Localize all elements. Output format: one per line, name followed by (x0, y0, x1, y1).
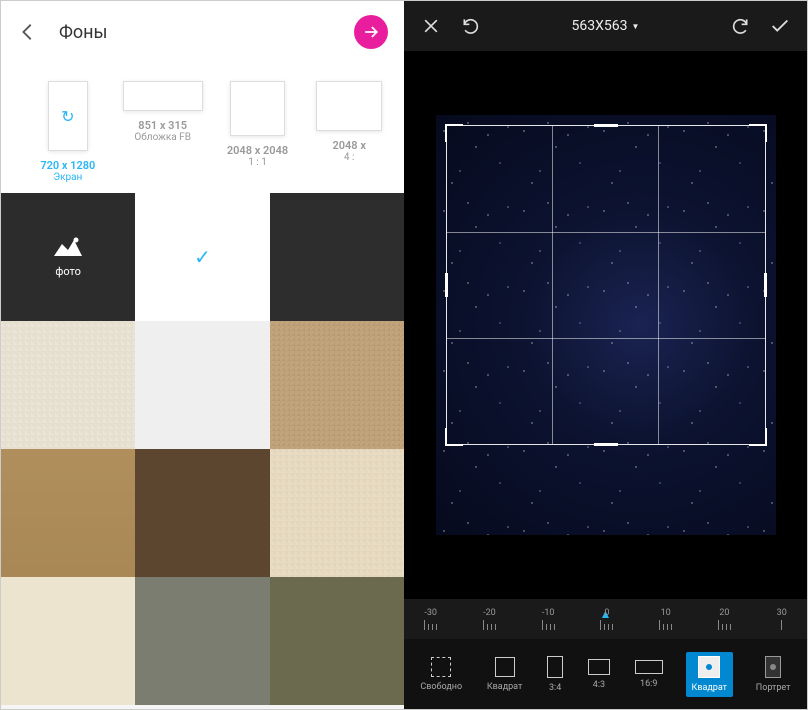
ratio-16-9[interactable]: 16:9 (633, 656, 665, 693)
bg-tile-brown[interactable] (135, 449, 269, 577)
size-preset-2048x[interactable]: 2048 x 4 : (312, 81, 386, 183)
ratio-insta-square-icon (698, 656, 720, 678)
ruler-mark: -10 (542, 608, 555, 618)
crop-image[interactable] (436, 115, 776, 535)
crop-handle-tl[interactable] (445, 124, 463, 142)
rotation-ruler[interactable]: ▲ -30 -20 -10 0 10 20 30 (404, 599, 807, 639)
next-button[interactable] (354, 15, 388, 49)
crop-box[interactable] (446, 125, 766, 445)
ratio-instagram-portrait[interactable]: Портрет (754, 652, 793, 697)
reset-icon[interactable] (460, 15, 482, 37)
size-preset-720x1280[interactable]: ↻ 720 x 1280 Экран (31, 81, 105, 183)
ruler-mark: 20 (719, 608, 729, 618)
crop-handle-bottom[interactable] (594, 443, 618, 446)
dimensions-selector[interactable]: 563X563 ▼ (572, 18, 640, 34)
size-label: 851 x 315 (138, 119, 187, 132)
page-title: Фоны (59, 22, 354, 43)
bg-tile-kraft[interactable] (270, 321, 404, 449)
check-icon: ✓ (194, 245, 211, 269)
crop-handle-br[interactable] (749, 428, 767, 446)
right-header: 563X563 ▼ (404, 1, 807, 51)
ratio-label: 3:4 (549, 683, 561, 693)
size-sublabel: Обложка FB (134, 132, 191, 143)
left-header: Фоны (1, 1, 404, 63)
size-thumb (230, 81, 285, 136)
rotate-right-icon[interactable] (729, 15, 751, 37)
bg-tile-white[interactable]: ✓ (135, 193, 269, 321)
ratio-label: Квадрат (487, 682, 522, 692)
ratio-3-4[interactable]: 3:4 (545, 652, 565, 697)
bg-tile-dark[interactable] (270, 193, 404, 321)
ratio-label: Портрет (756, 683, 791, 693)
back-arrow-icon[interactable] (17, 21, 39, 43)
size-thumb (316, 81, 382, 131)
ratio-label: 4:3 (593, 680, 605, 690)
aspect-ratio-bar: Свободно Квадрат 3:4 4:3 16:9 Квадрат (404, 639, 807, 709)
caret-down-icon: ▼ (632, 22, 640, 31)
ratio-free[interactable]: Свободно (418, 653, 464, 696)
bg-tile-olive[interactable] (270, 577, 404, 705)
crop-handle-left[interactable] (445, 273, 448, 297)
ruler-mark: 10 (661, 608, 671, 618)
crop-handle-tr[interactable] (749, 124, 767, 142)
ratio-label: Свободно (420, 682, 462, 692)
ratio-4-3-icon (588, 659, 610, 675)
close-icon[interactable] (420, 15, 442, 37)
ratio-free-icon (431, 657, 451, 677)
crop-handle-right[interactable] (764, 273, 767, 297)
size-thumb: ↻ (48, 81, 88, 151)
ratio-4-3[interactable]: 4:3 (586, 655, 612, 694)
size-preset-2048x2048[interactable]: 2048 x 2048 1 : 1 (221, 81, 295, 183)
bg-tile-linen[interactable] (1, 321, 135, 449)
size-sublabel: 4 : (344, 152, 355, 163)
size-label: 2048 x 2048 (227, 144, 288, 157)
photo-label: фото (55, 265, 80, 278)
crop-stage (404, 51, 807, 599)
photo-icon (54, 236, 82, 259)
size-preset-851x315[interactable]: 851 x 315 Обложка FB (123, 81, 203, 183)
ratio-label: 16:9 (640, 679, 657, 689)
size-sublabel: Экран (53, 172, 82, 183)
ruler-mark: -30 (424, 608, 437, 618)
size-sublabel: 1 : 1 (248, 157, 267, 168)
crop-handle-bl[interactable] (445, 428, 463, 446)
dimensions-value: 563X563 (572, 18, 628, 34)
ratio-3-4-icon (547, 656, 563, 678)
bg-tile-paper[interactable] (135, 321, 269, 449)
ratio-instagram-square[interactable]: Квадрат (686, 652, 733, 697)
ratio-insta-portrait-icon (765, 656, 781, 678)
bg-tile-cream[interactable] (1, 577, 135, 705)
bg-tile-photo[interactable]: фото (1, 193, 135, 321)
confirm-icon[interactable] (769, 15, 791, 37)
bg-tile-cardboard[interactable] (1, 449, 135, 577)
size-thumb (123, 81, 203, 111)
ruler-mark: 30 (777, 608, 787, 618)
crop-handle-top[interactable] (594, 124, 618, 127)
ruler-mark: -20 (483, 608, 496, 618)
bg-tile-beige[interactable] (270, 449, 404, 577)
ratio-16-9-icon (635, 660, 663, 674)
ruler-mark: 0 (604, 608, 609, 618)
background-grid: фото ✓ (1, 193, 404, 709)
ratio-square[interactable]: Квадрат (485, 653, 524, 696)
rotate-icon: ↻ (61, 107, 74, 126)
size-label: 720 x 1280 (40, 159, 95, 172)
ratio-square-icon (495, 657, 515, 677)
bg-tile-sage[interactable] (135, 577, 269, 705)
size-presets: ↻ 720 x 1280 Экран 851 x 315 Обложка FB … (1, 63, 404, 193)
ratio-label: Квадрат (692, 683, 727, 693)
size-label: 2048 x (332, 139, 365, 152)
